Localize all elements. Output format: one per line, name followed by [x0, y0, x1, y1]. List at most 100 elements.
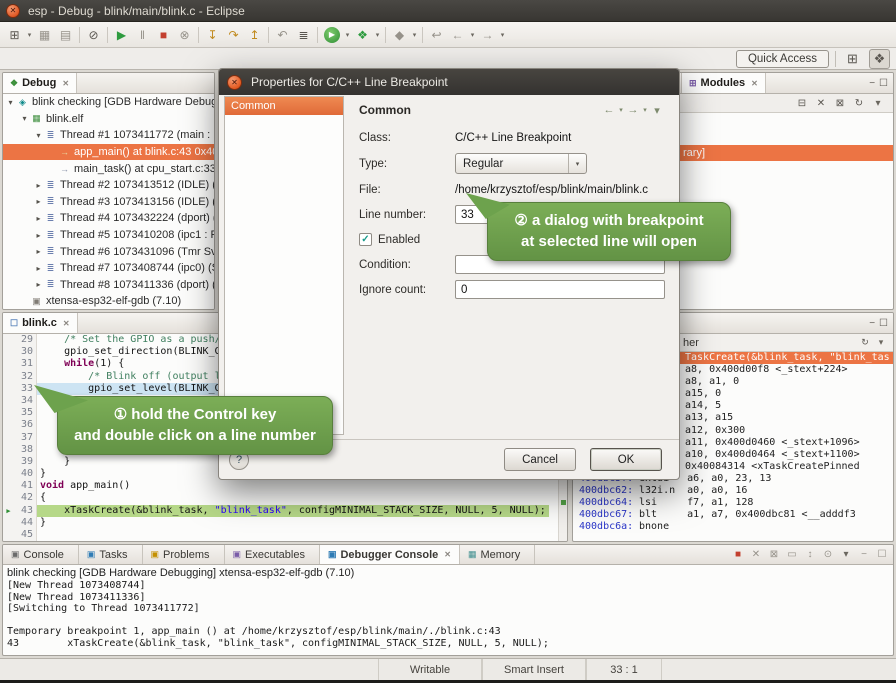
- last-edit-location-icon[interactable]: ↩: [426, 25, 447, 45]
- debug-tree-item[interactable]: ▾ ≣ Thread #1 1073411772 (main : Runn: [3, 127, 214, 144]
- module-list-item[interactable]: [657, 129, 893, 145]
- view-menu-icon[interactable]: ▾: [869, 95, 887, 111]
- debug-tree-item[interactable]: ▸ ≣ Thread #6 1073431096 (Tmr Svc) (S: [3, 243, 214, 260]
- instruction-stepping-icon[interactable]: ≣: [293, 25, 314, 45]
- tab-debugger-console[interactable]: ▣ Debugger Console ✕: [320, 545, 460, 564]
- clear-console-icon[interactable]: ▭: [783, 547, 801, 563]
- debug-tree-item[interactable]: ▸ ≣ Thread #8 1073411336 (dport) (Sus: [3, 277, 214, 294]
- tab-executables[interactable]: ▣ Executables: [225, 545, 320, 564]
- debug-tree-item[interactable]: ▾ ◈ blink checking [GDB Hardware Debug: [3, 94, 214, 111]
- tab-console[interactable]: ▣ Console: [3, 545, 79, 564]
- line-number-gutter[interactable]: 41: [3, 480, 37, 492]
- line-number[interactable]: 38: [14, 444, 36, 456]
- code-line[interactable]: ▶43 xTaskCreate(&blink_task, "blink_task…: [3, 505, 567, 517]
- minimize-icon[interactable]: −: [869, 318, 875, 329]
- step-return-icon[interactable]: ↥: [244, 25, 265, 45]
- line-number-gutter[interactable]: 36: [3, 419, 37, 431]
- line-number[interactable]: 32: [14, 371, 36, 383]
- remove-all-launches-icon[interactable]: ⊠: [765, 547, 783, 563]
- tab-close-icon[interactable]: ✕: [751, 79, 758, 88]
- run-icon[interactable]: ▶: [324, 27, 340, 43]
- line-number-gutter[interactable]: 35: [3, 407, 37, 419]
- debug-icon[interactable]: ❖: [352, 25, 373, 45]
- maximize-icon[interactable]: ☐: [873, 547, 891, 563]
- step-over-icon[interactable]: ↷: [223, 25, 244, 45]
- forward-dropdown-caret[interactable]: ▾: [498, 25, 507, 45]
- resume-icon[interactable]: ▶: [111, 25, 132, 45]
- expand-arrow-icon[interactable]: ▸: [33, 197, 44, 206]
- line-number-gutter[interactable]: 32: [3, 371, 37, 383]
- tab-modules[interactable]: ⊞ Modules ✕: [681, 73, 766, 93]
- quick-access-button[interactable]: Quick Access: [736, 50, 829, 68]
- line-number-gutter[interactable]: 30: [3, 346, 37, 358]
- window-close-button[interactable]: ✕: [6, 4, 20, 18]
- disconnect-icon[interactable]: ⊗: [174, 25, 195, 45]
- step-into-icon[interactable]: ↧: [202, 25, 223, 45]
- line-number[interactable]: 34: [14, 395, 36, 407]
- cancel-button[interactable]: Cancel: [504, 448, 576, 471]
- line-number[interactable]: 36: [14, 419, 36, 431]
- type-select[interactable]: Regular ▾: [455, 153, 587, 174]
- remove-all-icon[interactable]: ⊠: [831, 95, 849, 111]
- line-number[interactable]: 40: [14, 468, 36, 480]
- line-number[interactable]: 29: [14, 334, 36, 346]
- debug-tree-item[interactable]: ▸ ≣ Thread #4 1073432224 (dport) (Sus: [3, 210, 214, 227]
- expand-arrow-icon[interactable]: ▸: [33, 247, 44, 256]
- expand-arrow-icon[interactable]: ▸: [33, 181, 44, 190]
- debug-tree-item[interactable]: ▸ ≣ Thread #7 1073408744 (ipc0) (Susp: [3, 260, 214, 277]
- terminate-icon[interactable]: ■: [153, 25, 174, 45]
- drop-to-frame-icon[interactable]: ↶: [272, 25, 293, 45]
- disassembly-row[interactable]: 400dbc62: l32i.n a0, a0, 16: [573, 485, 893, 497]
- view-menu-icon[interactable]: ▾: [873, 336, 889, 350]
- maximize-icon[interactable]: ☐: [879, 78, 888, 89]
- line-number[interactable]: 45: [14, 529, 36, 541]
- back-menu-caret[interactable]: ▾: [617, 102, 625, 118]
- forward-icon[interactable]: →: [625, 102, 641, 118]
- code-line[interactable]: 42 {: [3, 492, 567, 504]
- tab-tasks[interactable]: ▣ Tasks: [79, 545, 143, 564]
- new-wizard-icon[interactable]: ⊞: [4, 25, 25, 45]
- line-number-gutter[interactable]: 38: [3, 444, 37, 456]
- line-number-gutter[interactable]: 34: [3, 395, 37, 407]
- line-number[interactable]: 33: [14, 383, 36, 395]
- forward-menu-caret[interactable]: ▾: [641, 102, 649, 118]
- module-list-item[interactable]: rary]: [657, 145, 893, 161]
- tab-close-icon[interactable]: ✕: [63, 319, 70, 328]
- code-line[interactable]: 45: [3, 529, 567, 541]
- line-number[interactable]: 44: [14, 517, 36, 529]
- line-number-gutter[interactable]: 45: [3, 529, 37, 541]
- expand-arrow-icon[interactable]: ▾: [33, 131, 44, 140]
- refresh-icon[interactable]: ↻: [850, 95, 868, 111]
- line-number[interactable]: 31: [14, 358, 36, 370]
- debug-tree-item[interactable]: ▾ ▦ blink.elf: [3, 111, 214, 128]
- expand-arrow-icon[interactable]: ▸: [33, 264, 44, 273]
- debug-perspective-icon[interactable]: ❖: [869, 49, 890, 69]
- minimize-icon[interactable]: −: [855, 547, 873, 563]
- back-icon[interactable]: ←: [447, 25, 468, 45]
- debug-tree-item[interactable]: ▸ ≣ Thread #3 1073413156 (IDLE) (Susp: [3, 194, 214, 211]
- tab-debug[interactable]: ❖ Debug ✕: [3, 73, 77, 93]
- tab-close-icon[interactable]: ✕: [444, 550, 451, 559]
- minimize-icon[interactable]: −: [869, 78, 875, 89]
- debug-tree-item[interactable]: ▸ ≣ Thread #5 1073410208 (ipc1 : Runni: [3, 227, 214, 244]
- skip-all-breakpoints-icon[interactable]: ⊘: [83, 25, 104, 45]
- ignore-count-input[interactable]: 0: [455, 280, 665, 299]
- line-number[interactable]: 30: [14, 346, 36, 358]
- line-number-gutter[interactable]: 40: [3, 468, 37, 480]
- expand-arrow-icon[interactable]: ▾: [19, 114, 30, 123]
- disassembly-row[interactable]: 400dbc64: lsi f7, a1, 128: [573, 497, 893, 509]
- new-dropdown-caret[interactable]: ▾: [25, 25, 34, 45]
- debug-dropdown-caret[interactable]: ▾: [373, 25, 382, 45]
- debug-tree-item[interactable]: → main_task() at cpu_start.c:339 0x4: [3, 160, 214, 177]
- back-icon[interactable]: ←: [601, 102, 617, 118]
- code-line[interactable]: 44 }: [3, 517, 567, 529]
- dialog-category-common[interactable]: Common: [225, 97, 343, 115]
- open-perspective-icon[interactable]: ⊞: [842, 49, 863, 69]
- scroll-lock-icon[interactable]: ↕: [801, 547, 819, 563]
- debug-tree-item[interactable]: ▣ xtensa-esp32-elf-gdb (7.10): [3, 293, 214, 310]
- module-list-item[interactable]: [657, 113, 893, 129]
- line-number-gutter[interactable]: 39: [3, 456, 37, 468]
- line-number-gutter[interactable]: 42: [3, 492, 37, 504]
- external-tools-dropdown-caret[interactable]: ▾: [410, 25, 419, 45]
- display-console-dropdown-caret[interactable]: ▾: [837, 547, 855, 563]
